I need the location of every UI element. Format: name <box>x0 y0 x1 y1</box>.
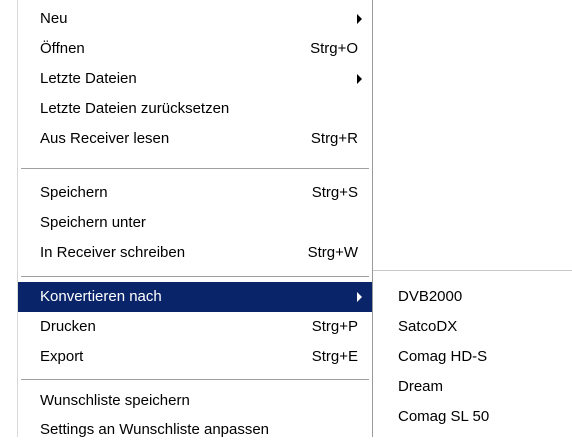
submenu-arrow-icon <box>357 292 362 302</box>
menu-item-adjust-settings-to-wishlist[interactable]: Settings an Wunschliste anpassen <box>18 415 372 445</box>
menu-item-shortcut: Strg+P <box>311 318 358 335</box>
menu-item-label: Export <box>40 348 84 365</box>
menu-item-label: Öffnen <box>40 40 85 57</box>
menu-item-open[interactable]: Öffnen Strg+O <box>18 34 372 64</box>
menu-item-label: Wunschliste speichern <box>40 392 190 409</box>
submenu-item-label: SatcoDX <box>398 318 458 335</box>
menu-item-label: In Receiver schreiben <box>40 244 186 261</box>
submenu-item-dream[interactable]: Dream <box>373 372 572 402</box>
menu-item-save[interactable]: Speichern Strg+S <box>18 178 372 208</box>
menu-item-label: Settings an Wunschliste anpassen <box>40 421 270 438</box>
menu-item-label: Speichern <box>40 184 108 201</box>
menu-item-label: Aus Receiver lesen <box>40 130 170 147</box>
submenu-item-label: Comag SL 50 <box>398 408 490 425</box>
file-menu: Neu Öffnen Strg+O Letzte Dateien Letzte … <box>17 0 373 438</box>
submenu-item-satcodx[interactable]: SatcoDX <box>373 312 572 342</box>
menu-item-shortcut: Strg+W <box>307 244 358 261</box>
menu-item-save-wishlist[interactable]: Wunschliste speichern <box>18 386 372 416</box>
submenu-item-label: Comag HD-S <box>398 348 488 365</box>
menu-item-new[interactable]: Neu <box>18 4 372 34</box>
submenu-item-comag-hd-s[interactable]: Comag HD-S <box>373 342 572 372</box>
menu-item-read-from-receiver[interactable]: Aus Receiver lesen Strg+R <box>18 124 372 154</box>
menu-item-reset-recent-files[interactable]: Letzte Dateien zurücksetzen <box>18 94 372 124</box>
menu-item-label: Konvertieren nach <box>40 288 162 305</box>
menu-item-label: Drucken <box>40 318 96 335</box>
menu-item-label: Neu <box>40 10 68 27</box>
submenu-item-dvb2000[interactable]: DVB2000 <box>373 282 572 312</box>
menu-item-convert-to[interactable]: Konvertieren nach <box>18 282 372 312</box>
menu-item-recent-files[interactable]: Letzte Dateien <box>18 64 372 94</box>
menu-item-label: Letzte Dateien zurücksetzen <box>40 100 230 117</box>
submenu-arrow-icon <box>357 14 362 24</box>
menu-item-shortcut: Strg+E <box>311 348 358 365</box>
menu-item-shortcut: Strg+S <box>311 184 358 201</box>
menu-separator <box>21 276 369 278</box>
submenu-item-label: Dream <box>398 378 444 395</box>
submenu-arrow-icon <box>357 74 362 84</box>
menu-item-save-as[interactable]: Speichern unter <box>18 208 372 238</box>
menu-item-shortcut: Strg+O <box>310 40 358 57</box>
submenu-item-comag-sl-50[interactable]: Comag SL 50 <box>373 402 572 432</box>
menu-separator <box>21 379 369 381</box>
menu-item-shortcut: Strg+R <box>310 130 358 147</box>
menu-item-print[interactable]: Drucken Strg+P <box>18 312 372 342</box>
convert-submenu: DVB2000 SatcoDX Comag HD-S Dream Comag S… <box>373 270 572 437</box>
menu-item-label: Letzte Dateien <box>40 70 137 87</box>
menu-item-export[interactable]: Export Strg+E <box>18 342 372 372</box>
menu-item-write-to-receiver[interactable]: In Receiver schreiben Strg+W <box>18 238 372 268</box>
menu-separator <box>21 168 369 170</box>
submenu-item-label: DVB2000 <box>398 288 463 305</box>
menu-item-label: Speichern unter <box>40 214 146 231</box>
